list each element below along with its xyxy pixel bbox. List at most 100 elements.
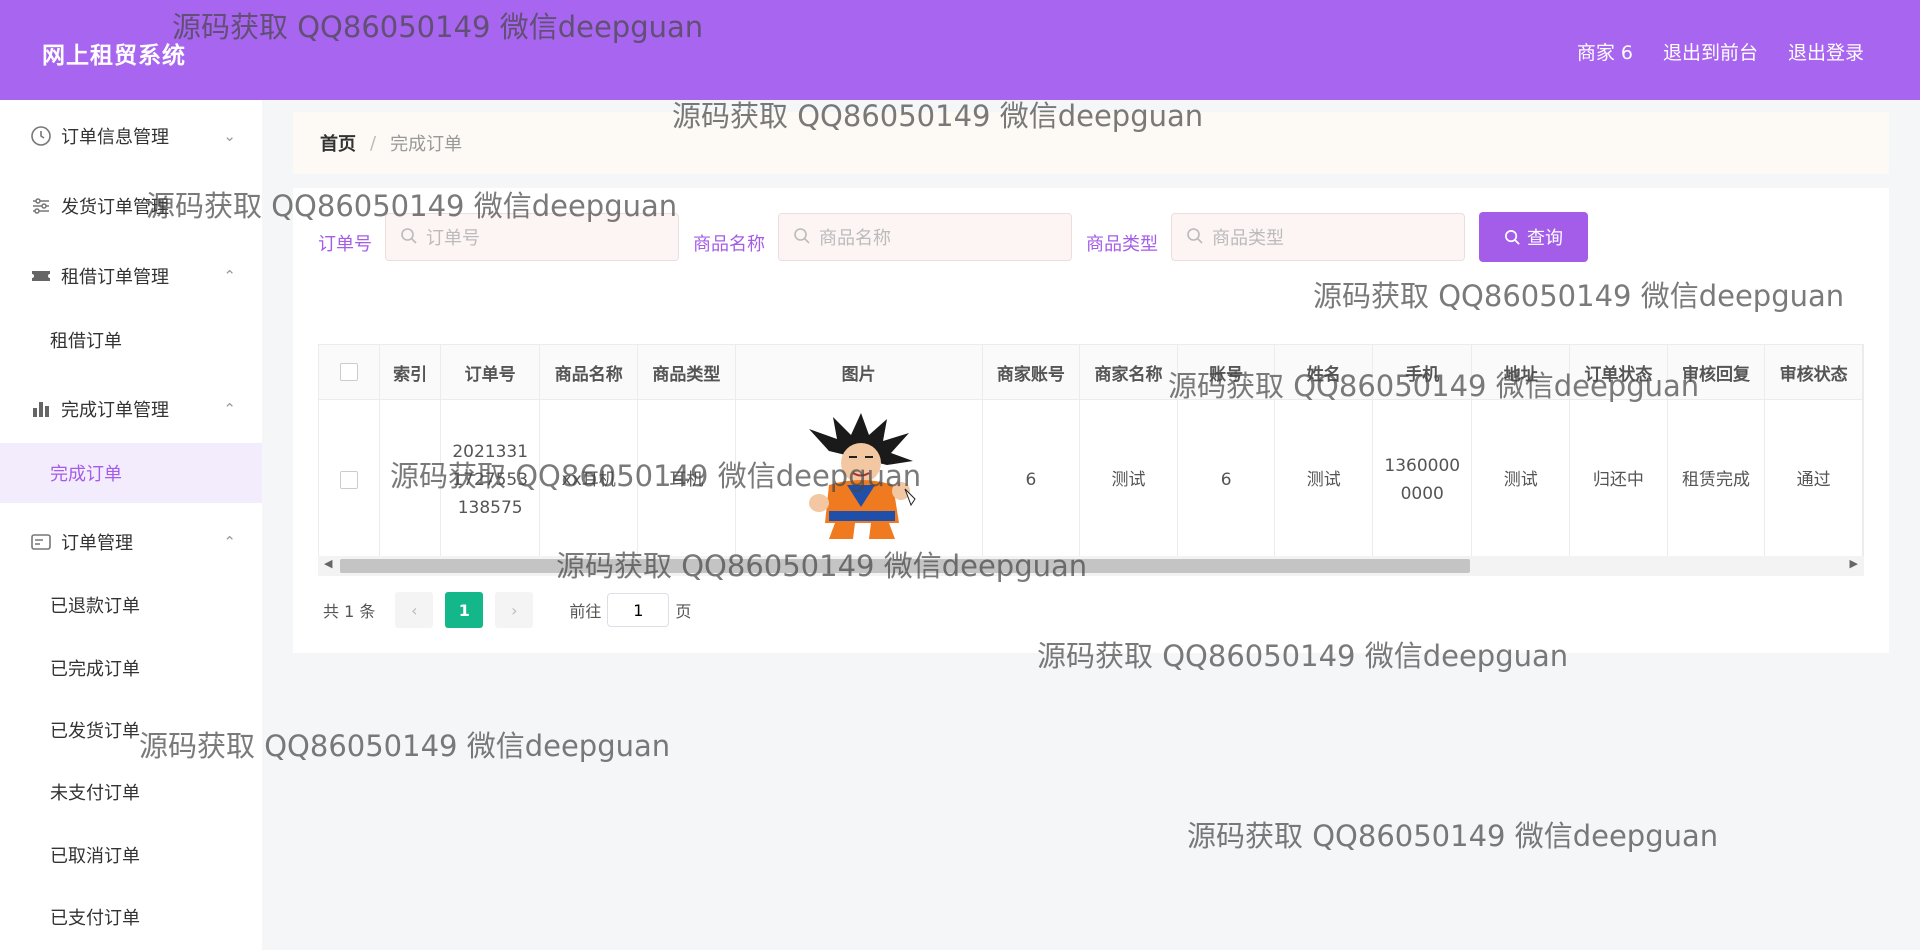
scrollbar-thumb[interactable]	[340, 559, 1470, 573]
pagination: 共 1 条 ‹ 1 › 前往 页	[323, 592, 691, 628]
back-to-frontend-link[interactable]: 退出到前台	[1663, 38, 1758, 65]
menu-label: 订单管理	[61, 533, 133, 554]
chevron-down-icon: ⌄	[223, 127, 236, 145]
menu-order-management[interactable]: 订单管理 ⌃	[0, 512, 262, 572]
cell-merchant-name: 测试	[1079, 399, 1178, 560]
order-no-input[interactable]	[424, 224, 668, 252]
column-header: 索引	[379, 345, 441, 400]
cell-product-name: xx耳机	[539, 399, 639, 560]
top-header: 网上租贸系统 商家 6 退出到前台 退出登录	[0, 0, 1920, 100]
breadcrumb-separator: /	[370, 132, 377, 154]
select-all-cell	[319, 345, 381, 400]
query-button-label: 查询	[1527, 228, 1563, 249]
cell-product-type: 耳机	[637, 399, 736, 560]
watermark-text: 源码获取 QQ86050149 微信deepguan	[1187, 819, 1719, 853]
merchant-account-link[interactable]: 商家 6	[1577, 38, 1633, 65]
column-header: 地址	[1471, 345, 1571, 400]
clock-icon	[31, 126, 51, 146]
cell-address: 测试	[1471, 399, 1571, 560]
cell-phone: 13600000000	[1372, 399, 1473, 560]
card-icon	[31, 534, 51, 550]
breadcrumb-home[interactable]: 首页	[320, 130, 356, 156]
product-name-input[interactable]	[817, 224, 1061, 252]
cell-order-no: 20213311727553138575	[440, 399, 541, 560]
next-page-button[interactable]: ›	[495, 592, 534, 628]
cell-order-status: 归还中	[1569, 399, 1668, 560]
product-name-label: 商品名称	[693, 234, 765, 255]
cell-review-reply: 租赁完成	[1667, 399, 1766, 560]
sidebar-item-cancelled[interactable]: 已取消订单	[0, 825, 262, 885]
sidebar-item-unpaid[interactable]: 未支付订单	[0, 762, 262, 822]
chevron-up-icon: ⌃	[223, 400, 236, 418]
scroll-left-icon[interactable]: ◀	[324, 557, 332, 570]
table-header-row: 索引 订单号 商品名称 商品类型 图片 商家账号 商家名称 账号 姓名 手机 地…	[319, 345, 1863, 400]
page-number-button[interactable]: 1	[445, 592, 484, 628]
menu-completed-orders[interactable]: 完成订单管理 ⌃	[0, 379, 262, 439]
order-no-field[interactable]	[385, 213, 679, 261]
search-icon	[794, 228, 810, 244]
sliders-icon	[33, 198, 49, 214]
sidebar-item-paid[interactable]: 已支付订单	[0, 887, 262, 947]
sidebar-item-finished[interactable]: 已完成订单	[0, 638, 262, 698]
logout-link[interactable]: 退出登录	[1788, 38, 1864, 65]
search-icon	[1505, 229, 1520, 245]
row-checkbox[interactable]	[340, 471, 359, 489]
goto-label: 前往	[569, 602, 602, 621]
chevron-right-icon: ›	[511, 600, 518, 620]
select-all-checkbox[interactable]	[340, 363, 359, 381]
menu-label: 租借订单管理	[61, 267, 169, 288]
order-no-label: 订单号	[318, 234, 372, 255]
cell-index	[379, 399, 441, 560]
column-header: 商品类型	[637, 345, 736, 400]
header-links: 商家 6 退出到前台 退出登录	[1577, 38, 1864, 65]
goto-page-input[interactable]	[607, 593, 670, 627]
product-type-field[interactable]	[1171, 213, 1465, 261]
column-header: 订单号	[440, 345, 541, 400]
column-header: 账号	[1177, 345, 1276, 400]
cell-account: 6	[1177, 399, 1276, 560]
product-name-field[interactable]	[778, 213, 1072, 261]
column-header: 商品名称	[539, 345, 639, 400]
menu-order-info[interactable]: 订单信息管理 ⌄	[0, 106, 262, 166]
prev-page-button[interactable]: ‹	[395, 592, 434, 628]
cell-name: 测试	[1274, 399, 1374, 560]
sidebar-item-shipped[interactable]: 已发货订单	[0, 700, 262, 760]
page-suffix: 页	[675, 602, 692, 621]
column-header: 手机	[1372, 345, 1473, 400]
breadcrumb-current: 完成订单	[390, 134, 463, 155]
cell-review-status: 通过	[1764, 399, 1863, 560]
horizontal-scrollbar[interactable]: ◀ ▶	[318, 556, 1864, 576]
menu-shipping-orders[interactable]: 发货订单管理	[0, 176, 262, 236]
menu-rental-orders[interactable]: 租借订单管理 ⌃	[0, 246, 262, 306]
row-select-cell	[319, 399, 381, 560]
sidebar-item-refunded[interactable]: 已退款订单	[0, 575, 262, 635]
cell-merchant-account: 6	[982, 399, 1081, 560]
search-icon	[401, 228, 417, 244]
column-header: 订单状态	[1569, 345, 1668, 400]
column-header: 商家账号	[982, 345, 1081, 400]
total-count: 共 1 条	[323, 602, 376, 621]
menu-label: 订单信息管理	[61, 127, 169, 148]
menu-label: 完成订单管理	[61, 400, 169, 421]
sidebar-item-completed-orders[interactable]: 完成订单	[0, 443, 262, 503]
menu-label: 发货订单管理	[61, 197, 169, 218]
product-type-label: 商品类型	[1086, 234, 1158, 255]
sidebar: 订单信息管理 ⌄ 发货订单管理 租借订单管理 ⌃ 租借订单 完成订单管理 ⌃ 完…	[0, 100, 262, 950]
bar-chart-icon	[33, 402, 49, 417]
app-title: 网上租贸系统	[42, 43, 186, 69]
search-icon	[1187, 228, 1203, 244]
breadcrumb: 首页 / 完成订单	[293, 112, 1889, 174]
column-header: 商家名称	[1079, 345, 1178, 400]
column-header: 姓名	[1274, 345, 1374, 400]
chevron-left-icon: ‹	[411, 600, 418, 620]
table-row[interactable]: 20213311727553138575 xx耳机 耳机 6 测试 6 测试 1…	[319, 399, 1863, 560]
product-type-input[interactable]	[1210, 224, 1454, 252]
chevron-up-icon: ⌃	[223, 267, 236, 285]
sidebar-item-rental-orders[interactable]: 租借订单	[0, 310, 262, 370]
goku-image	[808, 412, 916, 539]
column-header: 审核回复	[1667, 345, 1766, 400]
query-button[interactable]: 查询	[1479, 212, 1588, 262]
scroll-right-icon[interactable]: ▶	[1850, 557, 1858, 570]
orders-table: 索引 订单号 商品名称 商品类型 图片 商家账号 商家名称 账号 姓名 手机 地…	[318, 344, 1864, 576]
column-header: 图片	[735, 345, 983, 400]
